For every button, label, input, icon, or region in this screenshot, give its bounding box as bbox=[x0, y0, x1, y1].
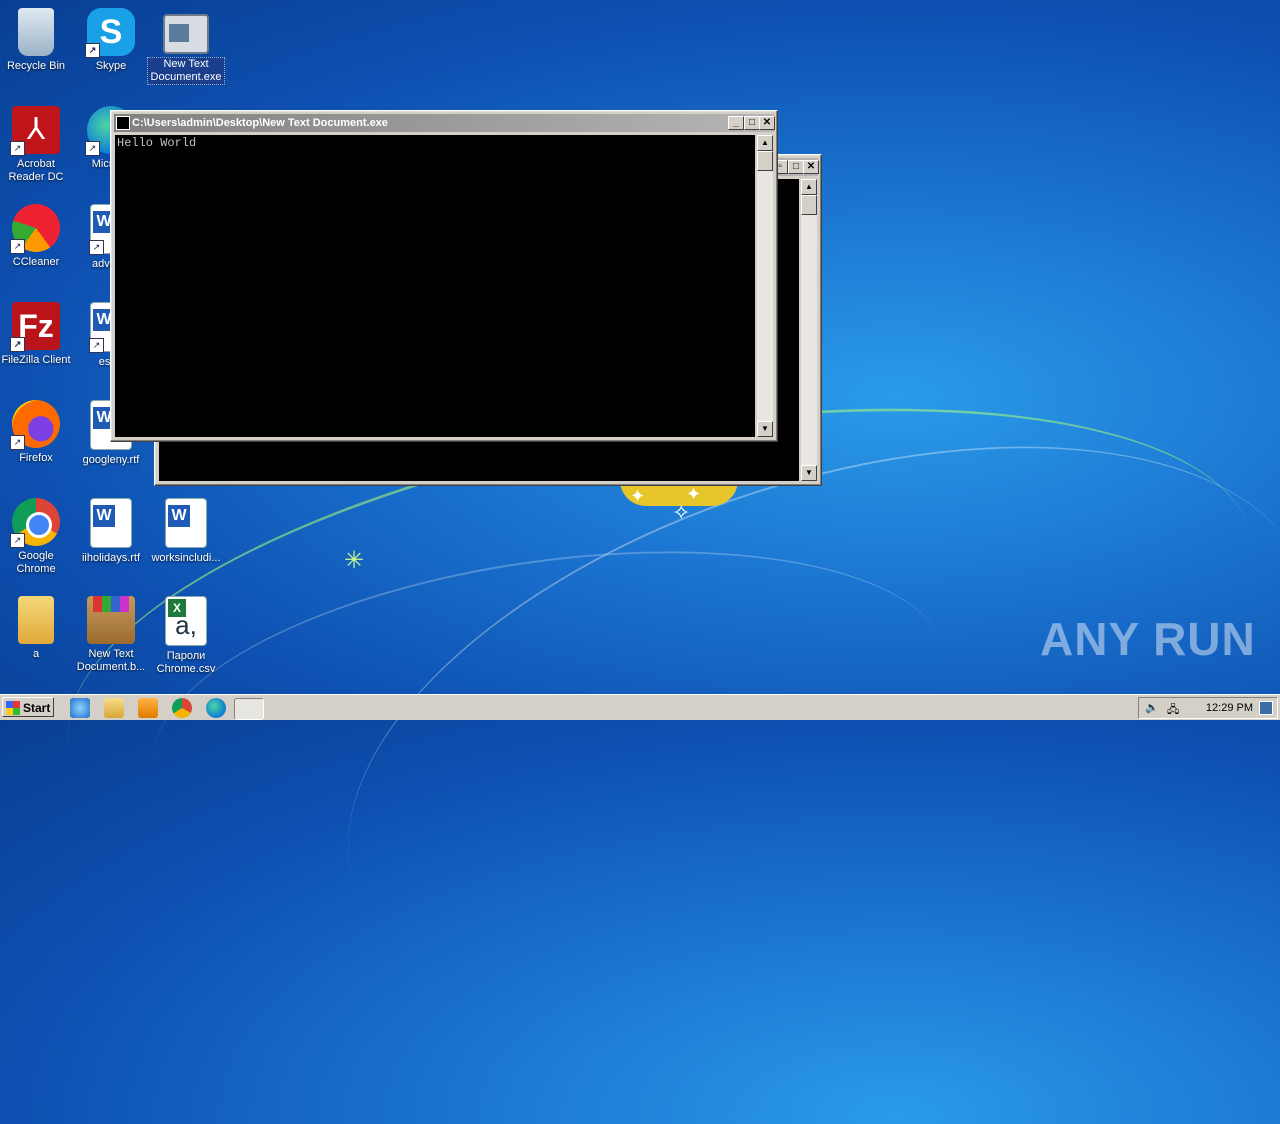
close-button[interactable]: ✕ bbox=[803, 160, 819, 174]
system-tray: 🔈 🖧 12:29 PM bbox=[1138, 697, 1278, 719]
desktop-icon-paroli-chrome-csv[interactable]: a, Пароли Chrome.csv bbox=[148, 596, 224, 676]
desktop-icon-firefox[interactable]: ↗ Firefox bbox=[0, 400, 74, 465]
clock[interactable]: 12:29 PM bbox=[1206, 702, 1253, 714]
maximize-button[interactable]: □ bbox=[744, 116, 760, 130]
console-scrollbar[interactable]: ▲ ▼ bbox=[757, 135, 773, 437]
watermark-text: ANY RUN bbox=[1040, 613, 1256, 665]
desktop-icon-label: a bbox=[32, 648, 40, 660]
shortcut-arrow-icon: ↗ bbox=[89, 338, 104, 353]
desktop-icon-folder-a[interactable]: a bbox=[0, 596, 74, 661]
firefox-icon: ↗ bbox=[10, 400, 60, 450]
maximize-button[interactable]: □ bbox=[788, 160, 804, 174]
console-output[interactable]: Hello World bbox=[115, 135, 755, 437]
desktop-icon-new-text-document-exe[interactable]: New Text Document.exe bbox=[147, 8, 225, 85]
scroll-down-button[interactable]: ▼ bbox=[757, 421, 773, 437]
desktop-icon-worksincludi[interactable]: worksincludi... bbox=[148, 498, 224, 565]
filezilla-icon: Fz ↗ bbox=[10, 302, 60, 352]
desktop-icon-label: googleny.rtf bbox=[82, 454, 140, 466]
desktop-icon-label: Firefox bbox=[19, 452, 53, 464]
desktop-icon-label: Acrobat Reader DC bbox=[8, 158, 64, 183]
close-button[interactable]: ✕ bbox=[759, 116, 775, 130]
shortcut-arrow-icon: ↗ bbox=[10, 141, 25, 156]
desktop-icon-acrobat[interactable]: ⅄ ↗ Acrobat Reader DC bbox=[0, 106, 74, 184]
windows-logo-icon bbox=[6, 701, 20, 715]
desktop-icon-filezilla[interactable]: Fz ↗ FileZilla Client bbox=[0, 302, 74, 367]
chrome-icon: ↗ bbox=[10, 498, 60, 548]
scroll-down-button[interactable]: ▼ bbox=[801, 465, 817, 481]
desktop-icon-ccleaner[interactable]: ↗ CCleaner bbox=[0, 204, 74, 269]
start-button[interactable]: Start bbox=[2, 697, 54, 717]
shortcut-arrow-icon: ↗ bbox=[85, 141, 100, 156]
folder-icon bbox=[18, 596, 54, 644]
anyrun-watermark: ANY RUN bbox=[1040, 612, 1256, 666]
sparkle-icon: ✦ bbox=[630, 486, 646, 506]
desktop-icon-skype[interactable]: S ↗ Skype bbox=[73, 8, 149, 73]
desktop-icon-label: iiholidays.rtf bbox=[81, 552, 141, 564]
shortcut-arrow-icon: ↗ bbox=[10, 435, 25, 450]
desktop-icon-chrome[interactable]: ↗ Google Chrome bbox=[0, 498, 74, 576]
console-window-front[interactable]: C:\Users\admin\Desktop\New Text Document… bbox=[110, 110, 778, 442]
skype-icon: S ↗ bbox=[85, 8, 135, 58]
word-document-icon bbox=[90, 498, 132, 548]
scroll-up-button[interactable]: ▲ bbox=[757, 135, 773, 151]
desktop-icon-label: New Text Document.b... bbox=[76, 648, 146, 673]
chrome-taskbar-icon[interactable] bbox=[172, 698, 192, 718]
desktop-icon-iiholidays[interactable]: iiholidays.rtf bbox=[73, 498, 149, 565]
console-titlebar[interactable]: C:\Users\admin\Desktop\New Text Document… bbox=[114, 114, 775, 132]
console-app-icon bbox=[116, 116, 130, 130]
console-back-scrollbar[interactable]: ▲ ▼ bbox=[801, 179, 817, 481]
desktop-icon-label: Google Chrome bbox=[16, 550, 56, 575]
console-taskbar-button[interactable] bbox=[234, 698, 264, 720]
start-label: Start bbox=[23, 701, 51, 715]
word-document-icon bbox=[165, 498, 207, 548]
shortcut-arrow-icon: ↗ bbox=[85, 43, 100, 58]
scroll-up-button[interactable]: ▲ bbox=[801, 179, 817, 195]
sparkle-icon: ✧ bbox=[672, 500, 691, 525]
acrobat-icon: ⅄ ↗ bbox=[10, 106, 60, 156]
desktop-icon-label: worksincludi... bbox=[151, 552, 221, 564]
recycle-bin-icon bbox=[18, 8, 54, 56]
show-desktop-icon[interactable] bbox=[1259, 701, 1273, 715]
archive-icon bbox=[87, 596, 135, 644]
scroll-thumb[interactable] bbox=[801, 195, 817, 215]
ccleaner-icon: ↗ bbox=[10, 204, 60, 254]
desktop-icon-label: New Text Document.exe bbox=[147, 57, 225, 85]
sparkle-icon: ✳ bbox=[344, 547, 365, 574]
network-icon[interactable]: 🖧 bbox=[1167, 701, 1179, 720]
shortcut-arrow-icon: ↗ bbox=[89, 240, 104, 255]
edge-taskbar-icon[interactable] bbox=[206, 698, 226, 718]
media-player-icon[interactable] bbox=[138, 698, 158, 718]
volume-icon[interactable]: 🔈 bbox=[1145, 701, 1159, 714]
excel-csv-icon: a, bbox=[165, 596, 207, 646]
scroll-thumb[interactable] bbox=[757, 151, 773, 171]
internet-explorer-icon[interactable] bbox=[70, 698, 90, 718]
desktop-icon-new-text-document-bat[interactable]: New Text Document.b... bbox=[73, 596, 149, 674]
shortcut-arrow-icon: ↗ bbox=[10, 239, 25, 254]
shortcut-arrow-icon: ↗ bbox=[10, 337, 25, 352]
desktop-icon-label: Recycle Bin bbox=[6, 60, 66, 72]
console-output-line: Hello World bbox=[117, 136, 197, 150]
minimize-button[interactable]: _ bbox=[728, 116, 744, 130]
taskbar: Start 🔈 🖧 12:29 PM bbox=[0, 694, 1280, 720]
desktop-icon-label: Skype bbox=[95, 60, 127, 72]
file-explorer-icon[interactable] bbox=[104, 698, 124, 718]
desktop-icon-label: CCleaner bbox=[12, 256, 60, 268]
console-title: C:\Users\admin\Desktop\New Text Document… bbox=[132, 117, 388, 129]
desktop-icon-label: FileZilla Client bbox=[1, 354, 71, 366]
shortcut-arrow-icon: ↗ bbox=[10, 533, 25, 548]
exe-window-icon bbox=[163, 14, 209, 54]
desktop-icon-recycle-bin[interactable]: Recycle Bin bbox=[0, 8, 74, 73]
desktop-icon-label: Пароли Chrome.csv bbox=[156, 650, 216, 675]
